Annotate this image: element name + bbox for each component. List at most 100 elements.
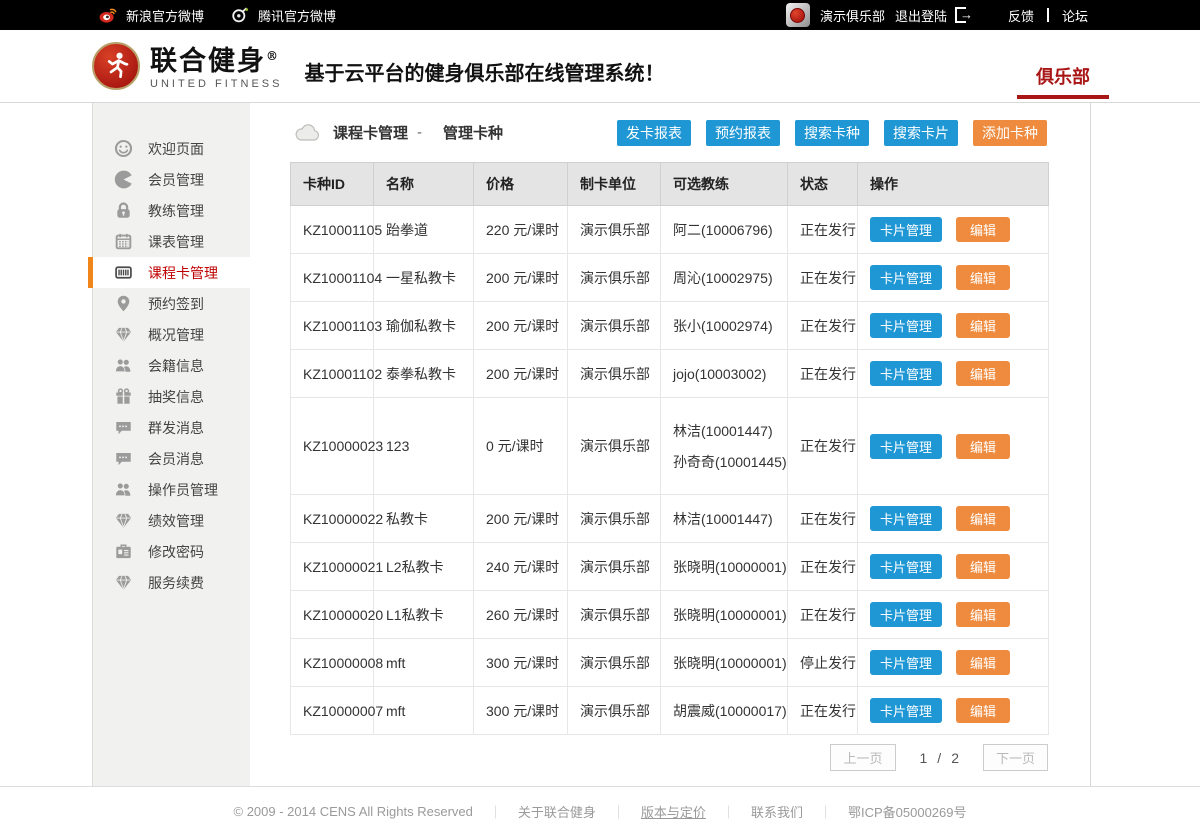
- card-id-cell: KZ10000020: [291, 591, 374, 639]
- prev-page-button[interactable]: 上一页: [830, 744, 895, 771]
- edit-button[interactable]: 编辑: [956, 217, 1010, 242]
- sidebar-item-performance[interactable]: 绩效管理: [93, 505, 250, 536]
- edit-button[interactable]: 编辑: [956, 506, 1010, 531]
- sidebar-item-password[interactable]: 修改密码: [93, 536, 250, 567]
- pagination: 上一页 1 / 2 下一页: [290, 744, 1048, 771]
- edit-button[interactable]: 编辑: [956, 554, 1010, 579]
- coach-name: 张晓明(10000001): [673, 605, 787, 625]
- topbar-account-area: 演示俱乐部 退出登陆 反馈 论坛: [786, 3, 1088, 27]
- card-manage-button[interactable]: 卡片管理: [870, 650, 942, 675]
- edit-button[interactable]: 编辑: [956, 361, 1010, 386]
- search-card-button[interactable]: 搜索卡片: [884, 120, 958, 146]
- coach-name: 阿二(10006796): [673, 220, 787, 240]
- footer-divider: ｜: [612, 802, 625, 821]
- actions-cell: 卡片管理编辑: [858, 543, 1049, 591]
- card-id-cell: KZ10001102: [291, 350, 374, 398]
- footer-link-pricing[interactable]: 版本与定价: [641, 802, 706, 821]
- card-name-cell: 跆拳道: [374, 206, 474, 254]
- sidebar-item-course-cards[interactable]: 课程卡管理: [93, 257, 250, 288]
- card-manage-button[interactable]: 卡片管理: [870, 506, 942, 531]
- price-cell: 240 元/课时: [474, 543, 568, 591]
- edit-button[interactable]: 编辑: [956, 698, 1010, 723]
- sidebar-item-lottery[interactable]: 抽奖信息: [93, 381, 250, 412]
- page-indicator: 1 / 2: [920, 750, 959, 766]
- footer-link-about[interactable]: 关于联合健身: [518, 802, 596, 821]
- column-header: 价格: [474, 163, 568, 206]
- card-name-cell: 瑜伽私教卡: [374, 302, 474, 350]
- sidebar-item-renewal[interactable]: 服务续费: [93, 567, 250, 598]
- card-name-cell: 一星私教卡: [374, 254, 474, 302]
- actions-cell: 卡片管理编辑: [858, 495, 1049, 543]
- sidebar-item-welcome[interactable]: 欢迎页面: [93, 133, 250, 164]
- people-icon: [114, 356, 133, 375]
- sidebar-item-membership[interactable]: 会籍信息: [93, 350, 250, 381]
- issuer-cell: 演示俱乐部: [568, 302, 661, 350]
- club-name[interactable]: 演示俱乐部: [820, 6, 885, 25]
- sidebar-item-label: 会籍信息: [148, 356, 204, 376]
- card-manage-button[interactable]: 卡片管理: [870, 554, 942, 579]
- breadcrumb-section[interactable]: 课程卡管理: [333, 122, 408, 143]
- card-manage-button[interactable]: 卡片管理: [870, 217, 942, 242]
- forum-link[interactable]: 论坛: [1062, 6, 1088, 25]
- issuer-cell: 演示俱乐部: [568, 639, 661, 687]
- issue-report-button[interactable]: 发卡报表: [617, 120, 691, 146]
- issuer-cell: 演示俱乐部: [568, 398, 661, 495]
- runner-logo-icon: [92, 42, 140, 90]
- card-manage-button[interactable]: 卡片管理: [870, 434, 942, 459]
- logout-icon[interactable]: [955, 7, 966, 23]
- status-cell: 正在发行: [788, 206, 858, 254]
- column-header: 制卡单位: [568, 163, 661, 206]
- card-manage-button[interactable]: 卡片管理: [870, 361, 942, 386]
- edit-button[interactable]: 编辑: [956, 602, 1010, 627]
- tab-club[interactable]: 俱乐部: [1017, 56, 1109, 99]
- footer-link-contact[interactable]: 联系我们: [751, 802, 803, 821]
- edit-button[interactable]: 编辑: [956, 434, 1010, 459]
- club-avatar[interactable]: [786, 3, 810, 27]
- cloud-icon: [294, 123, 321, 142]
- card-id-cell: KZ10000023: [291, 398, 374, 495]
- coach-name: 张晓明(10000001): [673, 557, 787, 577]
- sina-weibo-link[interactable]: 新浪官方微博: [98, 5, 204, 25]
- sidebar-item-broadcast[interactable]: 群发消息: [93, 412, 250, 443]
- club-avatar-logo: [790, 8, 805, 23]
- card-id-cell: KZ10000008: [291, 639, 374, 687]
- tencent-weibo-link[interactable]: 腾讯官方微博: [230, 5, 336, 25]
- card-id-cell: KZ10001104: [291, 254, 374, 302]
- sidebar-item-overview[interactable]: 概况管理: [93, 319, 250, 350]
- coach-name: 林洁(10001447): [673, 509, 787, 529]
- sidebar: 欢迎页面会员管理教练管理课表管理课程卡管理预约签到概况管理会籍信息抽奖信息群发消…: [92, 103, 250, 786]
- tencent-weibo-icon: [230, 5, 250, 25]
- card-manage-button[interactable]: 卡片管理: [870, 313, 942, 338]
- feedback-link[interactable]: 反馈: [1008, 6, 1034, 25]
- coaches-cell: 林洁(10001447): [661, 495, 788, 543]
- sidebar-item-label: 课表管理: [148, 232, 204, 252]
- sidebar-item-coaches[interactable]: 教练管理: [93, 195, 250, 226]
- status-cell: 正在发行: [788, 495, 858, 543]
- sidebar-item-member-messages[interactable]: 会员消息: [93, 443, 250, 474]
- next-page-button[interactable]: 下一页: [983, 744, 1048, 771]
- add-card-type-button[interactable]: 添加卡种: [973, 120, 1047, 146]
- sidebar-item-label: 群发消息: [148, 418, 204, 438]
- edit-button[interactable]: 编辑: [956, 313, 1010, 338]
- coach-name: 张小(10002974): [673, 316, 787, 336]
- edit-button[interactable]: 编辑: [956, 265, 1010, 290]
- footer-divider: ｜: [819, 802, 832, 821]
- edit-button[interactable]: 编辑: [956, 650, 1010, 675]
- search-card-type-button[interactable]: 搜索卡种: [795, 120, 869, 146]
- booking-report-button[interactable]: 预约报表: [706, 120, 780, 146]
- card-manage-button[interactable]: 卡片管理: [870, 265, 942, 290]
- sidebar-item-members[interactable]: 会员管理: [93, 164, 250, 195]
- card-manage-button[interactable]: 卡片管理: [870, 698, 942, 723]
- actions-cell: 卡片管理编辑: [858, 639, 1049, 687]
- card-manage-button[interactable]: 卡片管理: [870, 602, 942, 627]
- sidebar-item-booking[interactable]: 预约签到: [93, 288, 250, 319]
- pin-icon: [114, 294, 133, 313]
- column-header: 操作: [858, 163, 1049, 206]
- sidebar-item-operators[interactable]: 操作员管理: [93, 474, 250, 505]
- logout-link[interactable]: 退出登陆: [895, 6, 947, 25]
- sidebar-item-schedule[interactable]: 课表管理: [93, 226, 250, 257]
- gem-icon: [114, 573, 133, 592]
- brand-logo[interactable]: 联合健身® UNITED FITNESS: [92, 41, 282, 91]
- total-pages: 2: [951, 750, 959, 766]
- coach-name: 林洁(10001447): [673, 421, 787, 441]
